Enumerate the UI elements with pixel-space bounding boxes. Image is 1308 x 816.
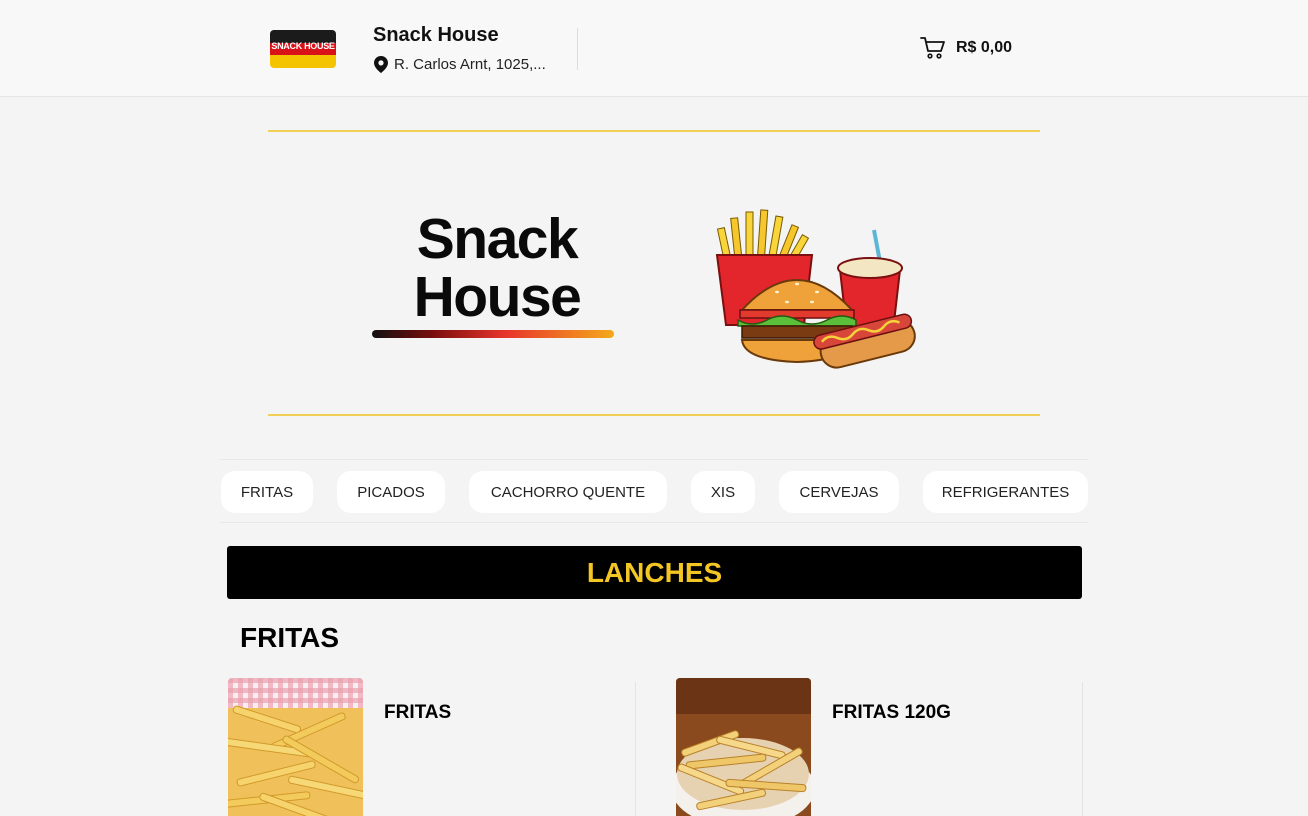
- hero-underline: [372, 330, 614, 338]
- category-tab-refrigerantes[interactable]: REFRIGERANTES: [923, 471, 1088, 513]
- section-banner: LANCHES: [227, 546, 1082, 599]
- hero-bottom-line: [268, 414, 1040, 416]
- store-address[interactable]: R. Carlos Arnt, 1025,...: [374, 56, 546, 73]
- cart-total: R$ 0,00: [956, 39, 1013, 56]
- category-tab-cervejas[interactable]: CERVEJAS: [779, 471, 899, 513]
- category-tab-xis[interactable]: XIS: [691, 471, 755, 513]
- product-card[interactable]: FRITAS 120G: [676, 678, 1086, 816]
- store-name: Snack House: [373, 24, 499, 46]
- product-image-fritas-120g: [676, 678, 811, 816]
- store-logo-text: SNACK HOUSE: [271, 41, 335, 51]
- address-text: R. Carlos Arnt, 1025,...: [394, 56, 546, 73]
- hero-title-line1: Snack: [416, 207, 579, 271]
- subsection-title: FRITAS: [240, 622, 340, 653]
- product-name: FRITAS 120G: [832, 702, 951, 723]
- hero-title: Snack House: [372, 210, 622, 326]
- category-tab-cachorro-quente[interactable]: CACHORRO QUENTE: [469, 471, 667, 513]
- cart-icon: [920, 37, 945, 59]
- category-nav: FRITAS PICADOS CACHORRO QUENTE XIS CERVE…: [220, 459, 1088, 523]
- product-divider: [1082, 682, 1083, 816]
- hero-top-line: [268, 130, 1040, 132]
- product-card[interactable]: FRITAS: [228, 678, 638, 816]
- category-tab-fritas[interactable]: FRITAS: [221, 471, 313, 513]
- top-header: SNACK HOUSE Snack House R. Carlos Arnt, …: [0, 0, 1308, 97]
- product-divider: [635, 682, 636, 816]
- location-pin-icon: [374, 56, 388, 73]
- cart-button[interactable]: R$ 0,00: [920, 36, 1012, 60]
- product-image-fritas: [228, 678, 363, 816]
- section-title: LANCHES: [586, 556, 723, 588]
- store-logo[interactable]: SNACK HOUSE: [270, 30, 336, 68]
- hero-title-line2: House: [413, 265, 582, 329]
- fast-food-illustration: [715, 209, 916, 369]
- product-name: FRITAS: [384, 702, 452, 723]
- header-divider: [577, 28, 578, 70]
- category-tab-picados[interactable]: PICADOS: [337, 471, 445, 513]
